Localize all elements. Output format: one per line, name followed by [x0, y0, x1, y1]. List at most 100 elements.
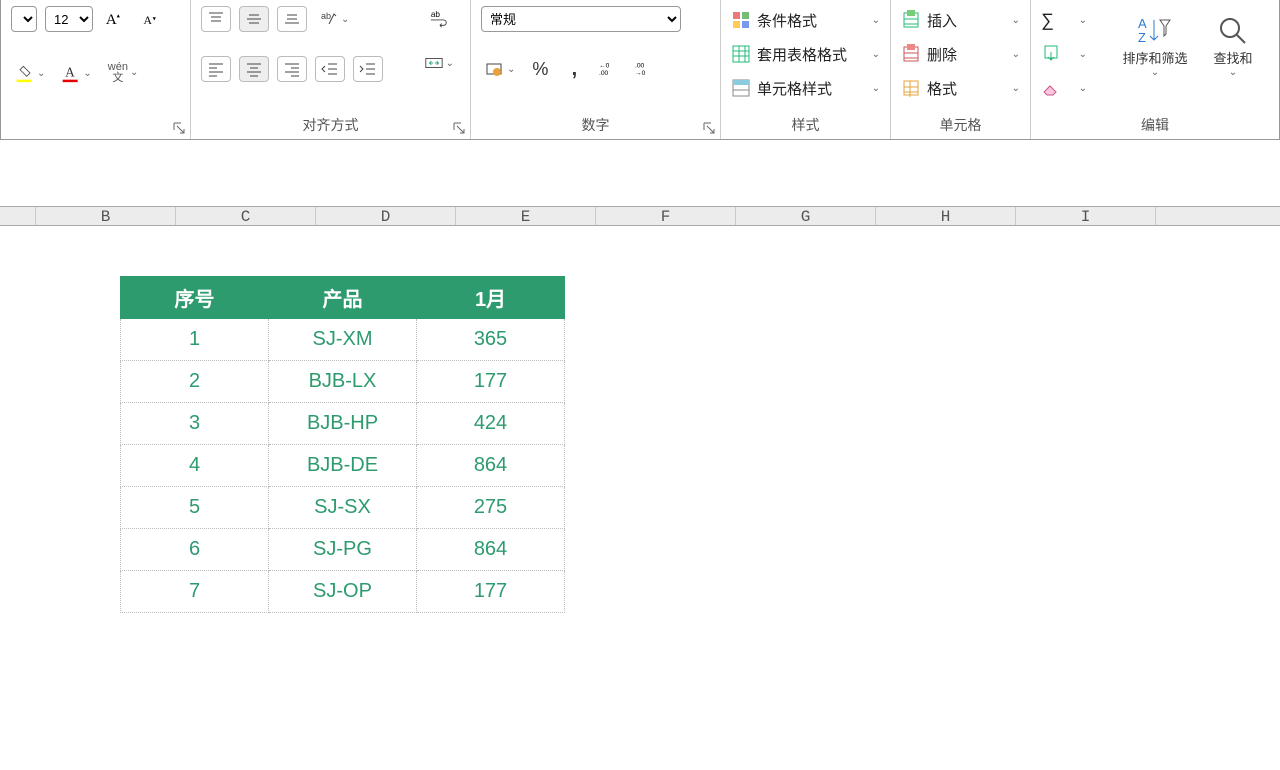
svg-text:.00: .00	[635, 62, 645, 69]
phonetic-guide-button[interactable]: wén 文⌄	[104, 60, 143, 86]
find-select-button[interactable]: 查找和⌄	[1197, 6, 1269, 86]
table-cell[interactable]: 864	[417, 445, 565, 487]
table-cell[interactable]: BJB-DE	[269, 445, 417, 487]
orientation-button[interactable]: ab⌄	[315, 6, 353, 32]
table-cell[interactable]: 5	[121, 487, 269, 529]
table-cell[interactable]: 365	[417, 319, 565, 361]
delete-cells-icon	[901, 44, 921, 64]
cell-style-button[interactable]: 单元格样式⌄	[731, 74, 880, 102]
alignment-group-label: 对齐方式	[191, 115, 470, 135]
decrease-decimal-button[interactable]: .00→0	[631, 56, 659, 82]
number-format-select[interactable]: 常规	[481, 6, 681, 32]
align-right-button[interactable]	[277, 56, 307, 82]
styles-group-label: 样式	[721, 115, 890, 135]
table-cell[interactable]: SJ-OP	[269, 571, 417, 613]
svg-text:Z: Z	[1138, 30, 1146, 45]
number-dialog-launcher[interactable]	[702, 121, 716, 135]
align-bottom-button[interactable]	[277, 6, 307, 32]
column-header[interactable]: H	[876, 207, 1016, 225]
ribbon-group-font: 12 A▴ A▾ ⌄ A ⌄ wén 文⌄	[1, 0, 191, 139]
column-header[interactable]: C	[176, 207, 316, 225]
column-header[interactable]: G	[736, 207, 876, 225]
increase-font-button[interactable]: A▴	[101, 6, 129, 32]
font-size-select[interactable]: 12	[45, 6, 93, 32]
table-cell[interactable]: SJ-PG	[269, 529, 417, 571]
sort-filter-button[interactable]: AZ 排序和筛选⌄	[1119, 6, 1191, 86]
table-cell[interactable]: 864	[417, 529, 565, 571]
table-header-cell[interactable]: 1月	[417, 277, 565, 319]
svg-text:ab: ab	[431, 10, 441, 19]
table-row: 1SJ-XM365	[121, 319, 565, 361]
table-cell[interactable]: 1	[121, 319, 269, 361]
insert-button[interactable]: 插入⌄	[901, 6, 1020, 34]
svg-text:A: A	[106, 12, 117, 28]
column-header[interactable]	[0, 207, 36, 225]
decrease-font-button[interactable]: A▾	[137, 6, 165, 32]
wrap-text-button[interactable]: ab	[420, 6, 458, 32]
format-button[interactable]: 格式⌄	[901, 74, 1020, 102]
table-row: 7SJ-OP177	[121, 571, 565, 613]
increase-decimal-button[interactable]: ←0.00	[595, 56, 623, 82]
font-color-button[interactable]: A ⌄	[57, 60, 95, 86]
table-header-cell[interactable]: 产品	[269, 277, 417, 319]
align-center-button[interactable]	[239, 56, 269, 82]
table-row: 6SJ-PG864	[121, 529, 565, 571]
align-top-button[interactable]	[201, 6, 231, 32]
percent-button[interactable]: %	[527, 56, 553, 82]
table-cell[interactable]: 3	[121, 403, 269, 445]
table-cell[interactable]: SJ-SX	[269, 487, 417, 529]
fill-color-button[interactable]: ⌄	[11, 60, 49, 86]
ribbon: 12 A▴ A▾ ⌄ A ⌄ wén 文⌄	[0, 0, 1280, 140]
merge-cells-button[interactable]: ⌄	[420, 50, 458, 76]
ribbon-group-alignment: ab⌄ ab ⌄ 对齐方式	[191, 0, 471, 139]
conditional-format-button[interactable]: 条件格式⌄	[731, 6, 880, 34]
svg-text:▴: ▴	[117, 12, 121, 19]
sheet-body[interactable]: 序号产品1月 1SJ-XM3652BJB-LX1773BJB-HP4244BJB…	[0, 226, 1280, 770]
ribbon-group-cells: 插入⌄ 删除⌄ 格式⌄ 单元格	[891, 0, 1031, 139]
currency-button[interactable]: ⌄	[481, 56, 519, 82]
comma-button[interactable]: ,	[561, 56, 587, 82]
column-header[interactable]: D	[316, 207, 456, 225]
alignment-dialog-launcher[interactable]	[452, 121, 466, 135]
table-cell[interactable]: BJB-LX	[269, 361, 417, 403]
svg-text:A: A	[144, 14, 153, 27]
svg-text:.00: .00	[599, 70, 609, 77]
table-cell[interactable]: 4	[121, 445, 269, 487]
table-cell[interactable]: 424	[417, 403, 565, 445]
format-cells-icon	[901, 78, 921, 98]
svg-text:A: A	[66, 64, 76, 79]
table-row: 5SJ-SX275	[121, 487, 565, 529]
delete-button[interactable]: 删除⌄	[901, 40, 1020, 68]
table-cell[interactable]: 275	[417, 487, 565, 529]
column-header[interactable]: I	[1016, 207, 1156, 225]
table-cell[interactable]: 2	[121, 361, 269, 403]
table-format-button[interactable]: 套用表格格式⌄	[731, 40, 880, 68]
svg-text:ab: ab	[321, 11, 331, 21]
data-table: 序号产品1月 1SJ-XM3652BJB-LX1773BJB-HP4244BJB…	[120, 276, 565, 613]
align-middle-button[interactable]	[239, 6, 269, 32]
increase-indent-button[interactable]	[353, 56, 383, 82]
fill-button[interactable]: ⌄	[1041, 40, 1087, 68]
font-dialog-launcher[interactable]	[172, 121, 186, 135]
decrease-indent-button[interactable]	[315, 56, 345, 82]
table-cell[interactable]: 6	[121, 529, 269, 571]
table-cell[interactable]: 7	[121, 571, 269, 613]
column-header[interactable]: B	[36, 207, 176, 225]
cell-style-icon	[731, 78, 751, 98]
align-left-button[interactable]	[201, 56, 231, 82]
table-cell[interactable]: 177	[417, 571, 565, 613]
table-row: 3BJB-HP424	[121, 403, 565, 445]
table-cell[interactable]: 177	[417, 361, 565, 403]
column-header[interactable]: F	[596, 207, 736, 225]
column-header-row[interactable]: BCDEFGHI	[0, 206, 1280, 226]
table-cell[interactable]: BJB-HP	[269, 403, 417, 445]
table-header-cell[interactable]: 序号	[121, 277, 269, 319]
clear-button[interactable]: ⌄	[1041, 74, 1087, 102]
ribbon-group-number: 常规 ⌄ % , ←0.00 .00→0 数字	[471, 0, 721, 139]
column-header[interactable]: E	[456, 207, 596, 225]
font-name-select[interactable]	[11, 6, 37, 32]
autosum-button[interactable]: ∑⌄	[1041, 6, 1087, 34]
insert-cells-icon	[901, 10, 921, 30]
ribbon-group-styles: 条件格式⌄ 套用表格格式⌄ 单元格样式⌄ 样式	[721, 0, 891, 139]
table-cell[interactable]: SJ-XM	[269, 319, 417, 361]
